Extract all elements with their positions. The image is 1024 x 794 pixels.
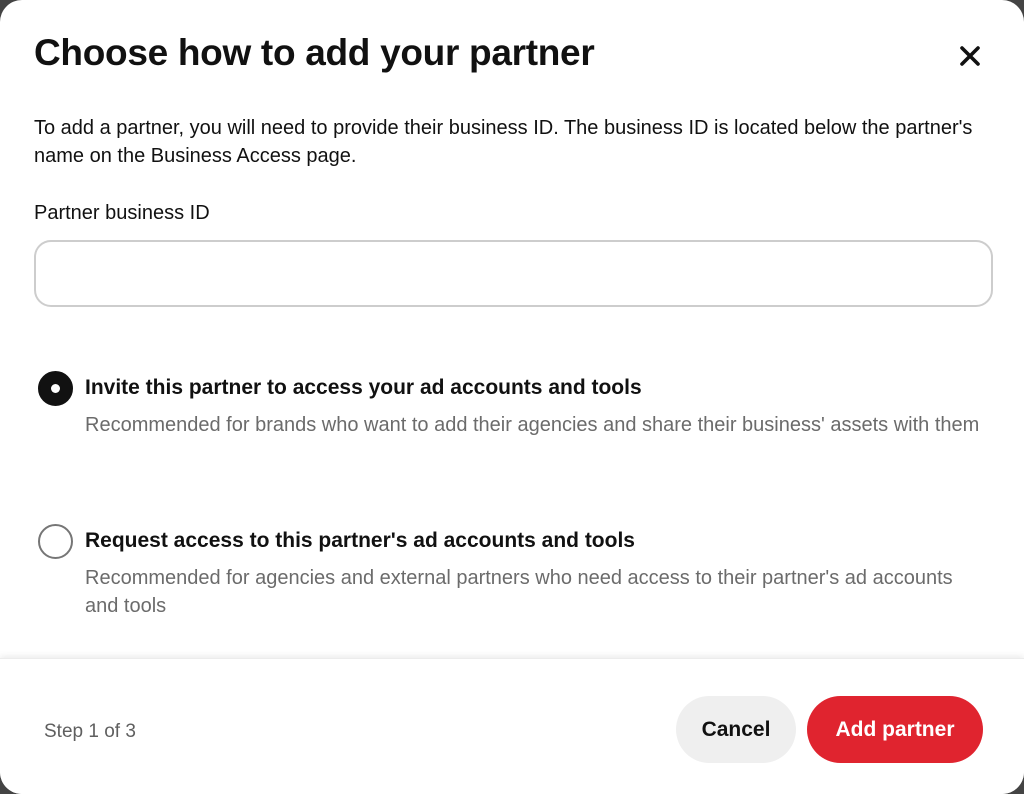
add-partner-button[interactable]: Add partner [807, 696, 983, 763]
step-indicator: Step 1 of 3 [44, 721, 136, 742]
partner-id-label: Partner business ID [34, 202, 210, 224]
dialog-footer: Step 1 of 3 Cancel Add partner [0, 658, 1024, 794]
option-invite-title: Invite this partner to access your ad ac… [85, 376, 642, 399]
cancel-button[interactable]: Cancel [676, 696, 796, 763]
option-request-description: Recommended for agencies and external pa… [85, 567, 953, 617]
dialog-title: Choose how to add your partner [34, 32, 595, 73]
add-partner-dialog: Choose how to add your partner To add a … [0, 0, 1024, 794]
radio-request-access[interactable] [38, 524, 73, 559]
option-invite-description: Recommended for brands who want to add t… [85, 414, 980, 436]
option-request-title: Request access to this partner's ad acco… [85, 529, 635, 552]
close-button[interactable] [948, 34, 992, 78]
dialog-intro: To add a partner, you will need to provi… [34, 117, 973, 167]
close-icon [960, 46, 980, 66]
radio-invite-partner[interactable] [38, 371, 73, 406]
partner-id-input[interactable] [34, 240, 993, 307]
